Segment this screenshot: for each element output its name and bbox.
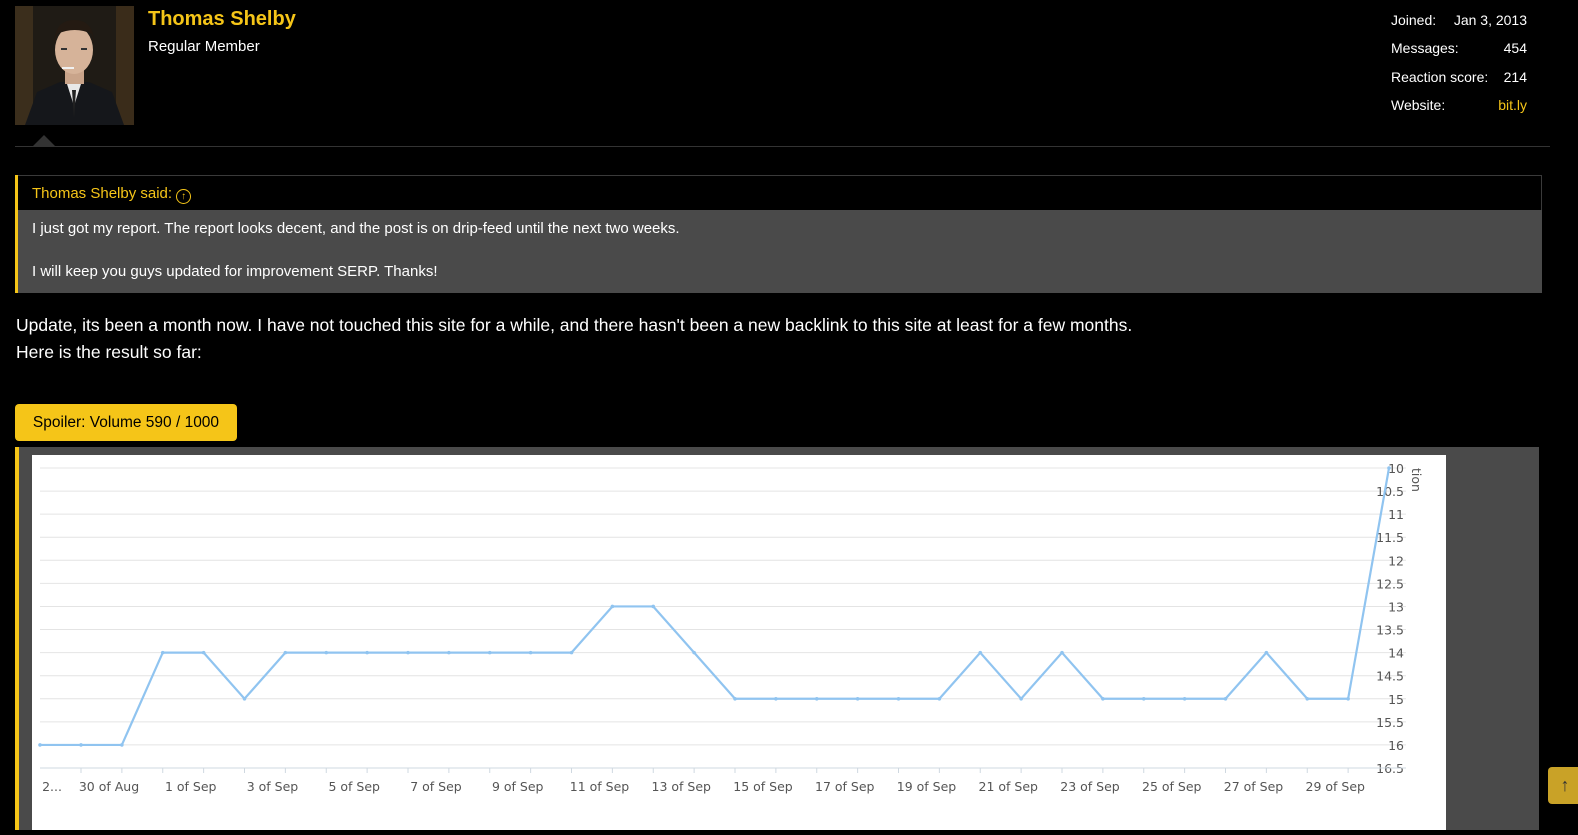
y-tick-label: 15.5 [1376, 715, 1404, 730]
data-point [814, 696, 819, 701]
stat-value: 214 [1503, 68, 1527, 85]
stat-label: Messages: [1391, 40, 1459, 57]
stat-reaction-score: Reaction score: 214 [1391, 69, 1527, 97]
quote-author[interactable]: Thomas Shelby said: [32, 185, 172, 202]
data-point [447, 650, 451, 655]
data-point [1305, 696, 1310, 701]
x-tick-label: 1 of Sep [165, 779, 217, 794]
y-tick-label: 13.5 [1376, 623, 1404, 638]
quote-block: Thomas Shelby said: ↑ I just got my repor… [15, 175, 1542, 293]
x-tick-label: 2... [42, 779, 62, 794]
user-stats: Joined: Jan 3, 2013 Messages: 454 Reacti… [1391, 12, 1527, 126]
website-link[interactable]: bit.ly [1498, 97, 1527, 113]
y-tick-label: 14.5 [1376, 669, 1404, 684]
post-text: Update, its been a month now. I have not… [16, 312, 1132, 366]
post-line: Here is the result so far: [16, 342, 202, 362]
data-point [896, 696, 901, 701]
data-point [406, 650, 410, 655]
data-point [1346, 696, 1350, 701]
stat-value: Jan 3, 2013 [1453, 12, 1527, 28]
data-point [283, 650, 288, 655]
stat-messages: Messages: 454 [1391, 40, 1527, 68]
data-point [120, 743, 124, 747]
data-point [937, 696, 942, 701]
stat-label: Reaction score: [1391, 68, 1489, 85]
quote-paragraph: I will keep you guys updated for improve… [32, 263, 438, 280]
stat-joined: Joined: Jan 3, 2013 [1391, 12, 1527, 40]
data-point [855, 696, 860, 701]
spoiler-button[interactable]: Spoiler: Volume 590 / 1000 [15, 404, 237, 441]
x-tick-label: 3 of Sep [247, 779, 299, 794]
data-point [610, 604, 615, 609]
data-point [160, 650, 165, 655]
quote-body: I just got my report. The report looks d… [18, 210, 1542, 280]
data-point [487, 650, 492, 655]
divider [15, 146, 1550, 147]
data-point [692, 650, 696, 655]
stat-value: 454 [1503, 40, 1527, 57]
rank-chart: 10 10.5 11 11.5 12 12.5 13 13.5 14 14.5 15 15.5 16 16… [32, 455, 1446, 830]
y-tick-label: 13 [1388, 599, 1404, 614]
arrow-up-icon: ↑ [1560, 775, 1570, 795]
x-tick-label: 5 of Sep [328, 779, 380, 794]
x-tick-label: 15 of Sep [733, 779, 793, 794]
data-point [1141, 696, 1146, 701]
y-tick-label: 11 [1388, 507, 1404, 522]
data-point [1060, 650, 1064, 655]
x-tick-label: 7 of Sep [410, 779, 462, 794]
x-tick-label: 25 of Sep [1142, 779, 1202, 794]
data-point [38, 743, 42, 747]
user-title: Regular Member [148, 38, 260, 55]
x-tick-label: 30 of Aug [79, 779, 139, 794]
user-name[interactable]: Thomas Shelby [148, 8, 296, 31]
data-point [201, 650, 206, 655]
y-tick-label: 10.5 [1376, 484, 1404, 499]
data-point [79, 743, 83, 747]
x-tick-label: 17 of Sep [815, 779, 875, 794]
data-point [242, 696, 247, 701]
data-point [651, 604, 656, 609]
data-point [1264, 650, 1269, 655]
stat-label: Website: [1391, 97, 1446, 114]
data-point [1101, 696, 1105, 701]
data-point [324, 650, 329, 655]
y-tick-label: 16 [1388, 738, 1404, 753]
data-point [569, 650, 574, 655]
data-point [1019, 696, 1023, 701]
quote-paragraph: I just got my report. The report looks d… [32, 220, 680, 237]
y-tick-label: 11.5 [1376, 530, 1404, 545]
x-tick-label: 9 of Sep [492, 779, 544, 794]
y-tick-label: 12 [1388, 553, 1404, 568]
divider-notch [33, 135, 55, 146]
post-line: Update, its been a month now. I have not… [16, 315, 1133, 335]
y-tick-label: 15 [1388, 692, 1404, 707]
x-tick-label: 19 of Sep [897, 779, 957, 794]
x-tick-label: 13 of Sep [652, 779, 712, 794]
x-tick-label: 27 of Sep [1224, 779, 1284, 794]
y-axis-title: tion [1409, 468, 1424, 492]
data-point [733, 696, 737, 701]
data-point [1387, 466, 1391, 470]
chart-svg: 1010.51111.51212.51313.51414.51515.51616… [38, 461, 1424, 794]
data-point [1182, 696, 1187, 701]
data-point [528, 650, 533, 655]
stat-website: Website: bit.ly [1391, 97, 1527, 125]
scroll-top-button[interactable]: ↑ [1548, 767, 1578, 804]
stat-label: Joined: [1391, 12, 1437, 28]
x-tick-label: 29 of Sep [1306, 779, 1366, 794]
x-tick-label: 11 of Sep [570, 779, 630, 794]
data-point [365, 650, 369, 655]
y-tick-label: 14 [1388, 646, 1404, 661]
data-point [1223, 696, 1228, 701]
x-tick-label: 21 of Sep [979, 779, 1039, 794]
quote-header[interactable]: Thomas Shelby said: ↑ [18, 175, 1542, 210]
data-point [978, 650, 983, 655]
x-tick-label: 23 of Sep [1060, 779, 1120, 794]
avatar[interactable] [15, 6, 134, 125]
data-point [774, 696, 778, 701]
y-tick-label: 12.5 [1376, 576, 1404, 591]
arrow-up-circle-icon[interactable]: ↑ [176, 189, 192, 204]
